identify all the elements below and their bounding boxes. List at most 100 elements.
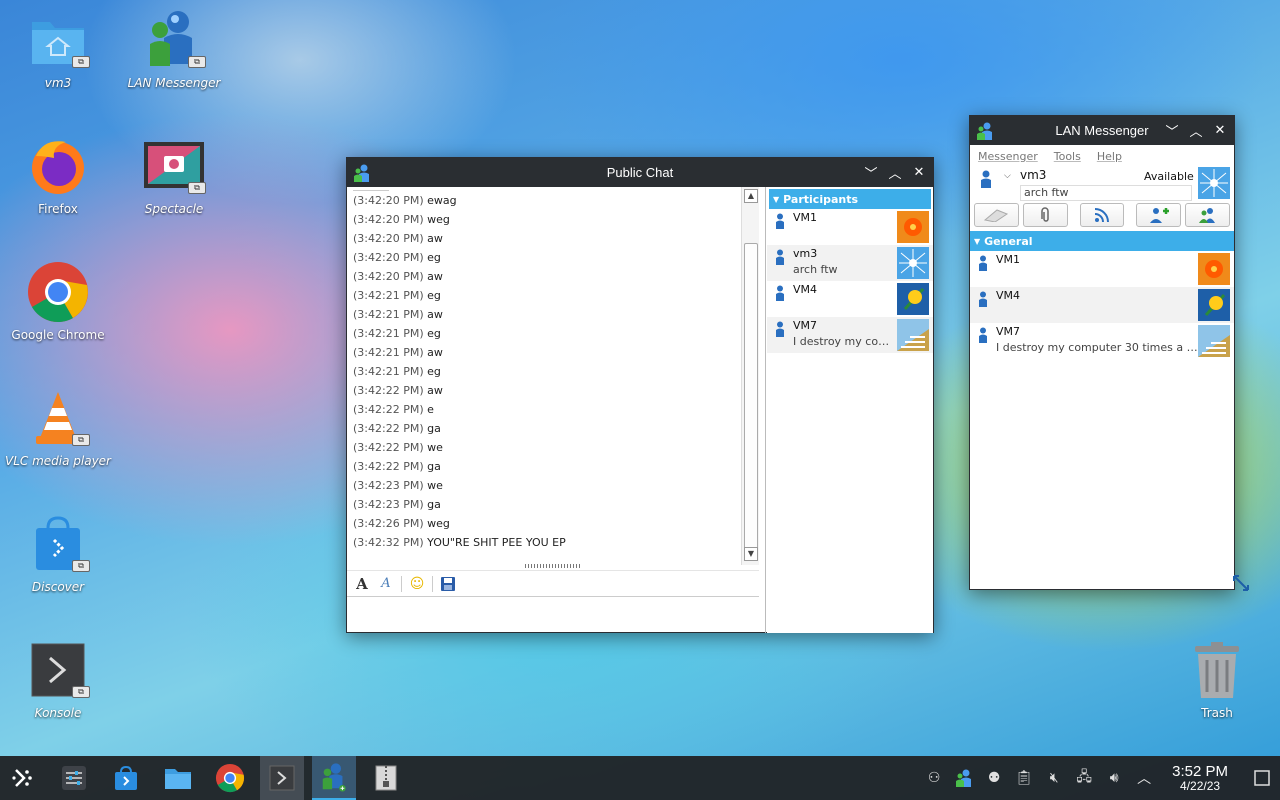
close-button[interactable]: ✕ (909, 163, 929, 183)
desktop-icon-trash[interactable]: Trash (1162, 638, 1272, 720)
menu-help[interactable]: Help (1097, 150, 1122, 163)
message-text: ga (427, 422, 441, 435)
message-text: eg (427, 327, 441, 340)
save-button[interactable] (439, 575, 457, 593)
menu-tools[interactable]: Tools (1054, 150, 1081, 163)
scroll-up-arrow[interactable]: ▲ (744, 189, 758, 203)
font-color-icon: A (381, 576, 391, 591)
broadcast-icon (984, 209, 1009, 222)
taskbar-chrome[interactable] (208, 756, 252, 800)
my-status[interactable]: Available (1144, 170, 1194, 183)
add-contact-button[interactable] (1136, 203, 1182, 227)
minimize-button[interactable]: ﹀ (861, 163, 881, 183)
status-online-icon[interactable] (980, 170, 992, 188)
message-input[interactable] (347, 596, 759, 632)
contact-vm1[interactable]: VM1 (970, 251, 1234, 287)
menu-messenger[interactable]: Messenger (978, 150, 1038, 163)
contact-vm1[interactable]: VM1 (767, 209, 933, 245)
participants-panel: ▼ Participants VM1 vm3 arch ftw VM4 VM7 I des… (767, 187, 933, 633)
splitter[interactable] (765, 187, 766, 633)
message-text: aw (427, 308, 443, 321)
desktop-icon-discover[interactable]: ⧉ Discover (3, 512, 113, 594)
user-switcher-button[interactable]: ⚇ (924, 768, 944, 788)
message-text: weg (427, 517, 450, 530)
status-online-icon (775, 285, 785, 301)
chat-message: (3:42:20 PM) aw (347, 267, 759, 286)
scroll-thumb[interactable] (744, 243, 758, 553)
clipboard-icon: 📋︎ (1015, 770, 1034, 786)
separator (432, 575, 433, 592)
desktop-icon-google-chrome[interactable]: Google Chrome (3, 260, 113, 342)
chat-message: (3:42:21 PM) eg (347, 286, 759, 305)
desktop-icon-vlc[interactable]: ⧉ VLC media player (3, 386, 113, 468)
rss-button[interactable] (1079, 203, 1125, 227)
desktop-icon-firefox[interactable]: Firefox (3, 134, 113, 216)
maximize-button[interactable]: ︿ (1186, 121, 1206, 141)
clipboard-button[interactable]: 📋︎ (1014, 768, 1034, 788)
message-timestamp: (3:42:20 PM) (353, 270, 424, 283)
message-timestamp: (3:42:21 PM) (353, 365, 424, 378)
desktop-icon-label: LAN Messenger (127, 76, 221, 90)
message-text: aw (427, 232, 443, 245)
scroll-down-arrow[interactable]: ▼ (744, 547, 758, 561)
chat-message: (3:42:26 PM) weg (347, 514, 759, 533)
status-online-icon (775, 321, 785, 337)
contact-info: VM1 (996, 251, 1198, 287)
contact-info: VM4 (793, 281, 897, 317)
taskbar-archive-manager[interactable] (364, 756, 408, 800)
mute-button[interactable]: 🔇︎ (1044, 768, 1064, 788)
contact-vm3[interactable]: vm3 arch ftw (767, 245, 933, 281)
show-desktop-button[interactable] (1252, 768, 1272, 788)
lan-messenger-icon (322, 763, 346, 792)
font-color-button[interactable]: A (377, 575, 395, 593)
contact-vm4[interactable]: VM4 (970, 287, 1234, 323)
show-hidden-icons-button[interactable]: ︿ (1134, 768, 1154, 788)
application-launcher[interactable] (0, 756, 44, 800)
kde-connect-button[interactable]: ⚉ (984, 768, 1004, 788)
rss-icon (1094, 208, 1109, 223)
send-file-button[interactable] (1022, 203, 1068, 227)
group-general-label: General (984, 234, 1033, 248)
contact-info: VM7 I destroy my com... (793, 317, 897, 353)
chat-message: (3:42:20 PM) weg (347, 210, 759, 229)
volume-button[interactable]: 🔊︎ (1104, 768, 1124, 788)
status-dropdown-arrow[interactable]: ⌵ (1004, 171, 1011, 181)
contact-vm7[interactable]: VM7 I destroy my com... (767, 317, 933, 353)
my-avatar[interactable] (1198, 167, 1230, 199)
desktop-icon-vm3[interactable]: ⧉ vm3 (3, 8, 113, 90)
smiley-button[interactable]: ☺ (408, 575, 426, 593)
group-general-header[interactable]: ▼ General (970, 231, 1234, 251)
my-name: vm3 (1020, 168, 1047, 182)
taskbar-system-settings[interactable] (52, 756, 96, 800)
participants-header[interactable]: ▼ Participants (769, 189, 931, 209)
volume-icon: 🔊︎ (1109, 770, 1119, 786)
message-text: eg (427, 365, 441, 378)
my-note-field[interactable]: arch ftw (1020, 185, 1192, 201)
titlebar[interactable]: LAN Messenger ﹀ ︿ ✕ (970, 116, 1234, 145)
taskbar-discover[interactable] (104, 756, 148, 800)
minimize-button[interactable]: ﹀ (1162, 121, 1182, 141)
tray-lan-messenger[interactable] (954, 768, 974, 788)
public-chat-window: Public Chat ﹀ ︿ ✕ (3:42:20 PM) ewag (3:42… (346, 157, 934, 633)
titlebar[interactable]: Public Chat ﹀ ︿ ✕ (347, 158, 933, 187)
contacts-button[interactable] (1185, 203, 1230, 227)
taskbar-konsole[interactable] (260, 756, 304, 800)
save-icon (441, 576, 455, 591)
resize-handle[interactable] (525, 564, 581, 568)
message-timestamp: (3:42:22 PM) (353, 460, 424, 473)
desktop-icon-konsole[interactable]: ⧉ Konsole (3, 638, 113, 720)
close-button[interactable]: ✕ (1210, 121, 1230, 141)
taskbar-dolphin[interactable] (156, 756, 200, 800)
digital-clock[interactable]: 3:52 PM 4/22/23 (1172, 763, 1228, 793)
chat-history[interactable]: (3:42:20 PM) ewag (3:42:20 PM) weg (3:42:2… (347, 187, 759, 565)
broadcast-button[interactable] (974, 203, 1019, 227)
chat-scrollbar[interactable]: ▲ ▼ (741, 187, 759, 565)
network-button[interactable]: 🖧 (1074, 768, 1094, 788)
font-button[interactable]: A (353, 575, 371, 593)
maximize-button[interactable]: ︿ (885, 163, 905, 183)
contact-vm4[interactable]: VM4 (767, 281, 933, 317)
desktop-icon-spectacle[interactable]: ⧉ Spectacle (119, 134, 229, 216)
contact-vm7[interactable]: VM7 I destroy my computer 30 times a da .… (970, 323, 1234, 359)
taskbar-lan-messenger[interactable] (312, 756, 356, 800)
desktop-icon-lan-messenger[interactable]: ⧉ LAN Messenger (119, 8, 229, 90)
